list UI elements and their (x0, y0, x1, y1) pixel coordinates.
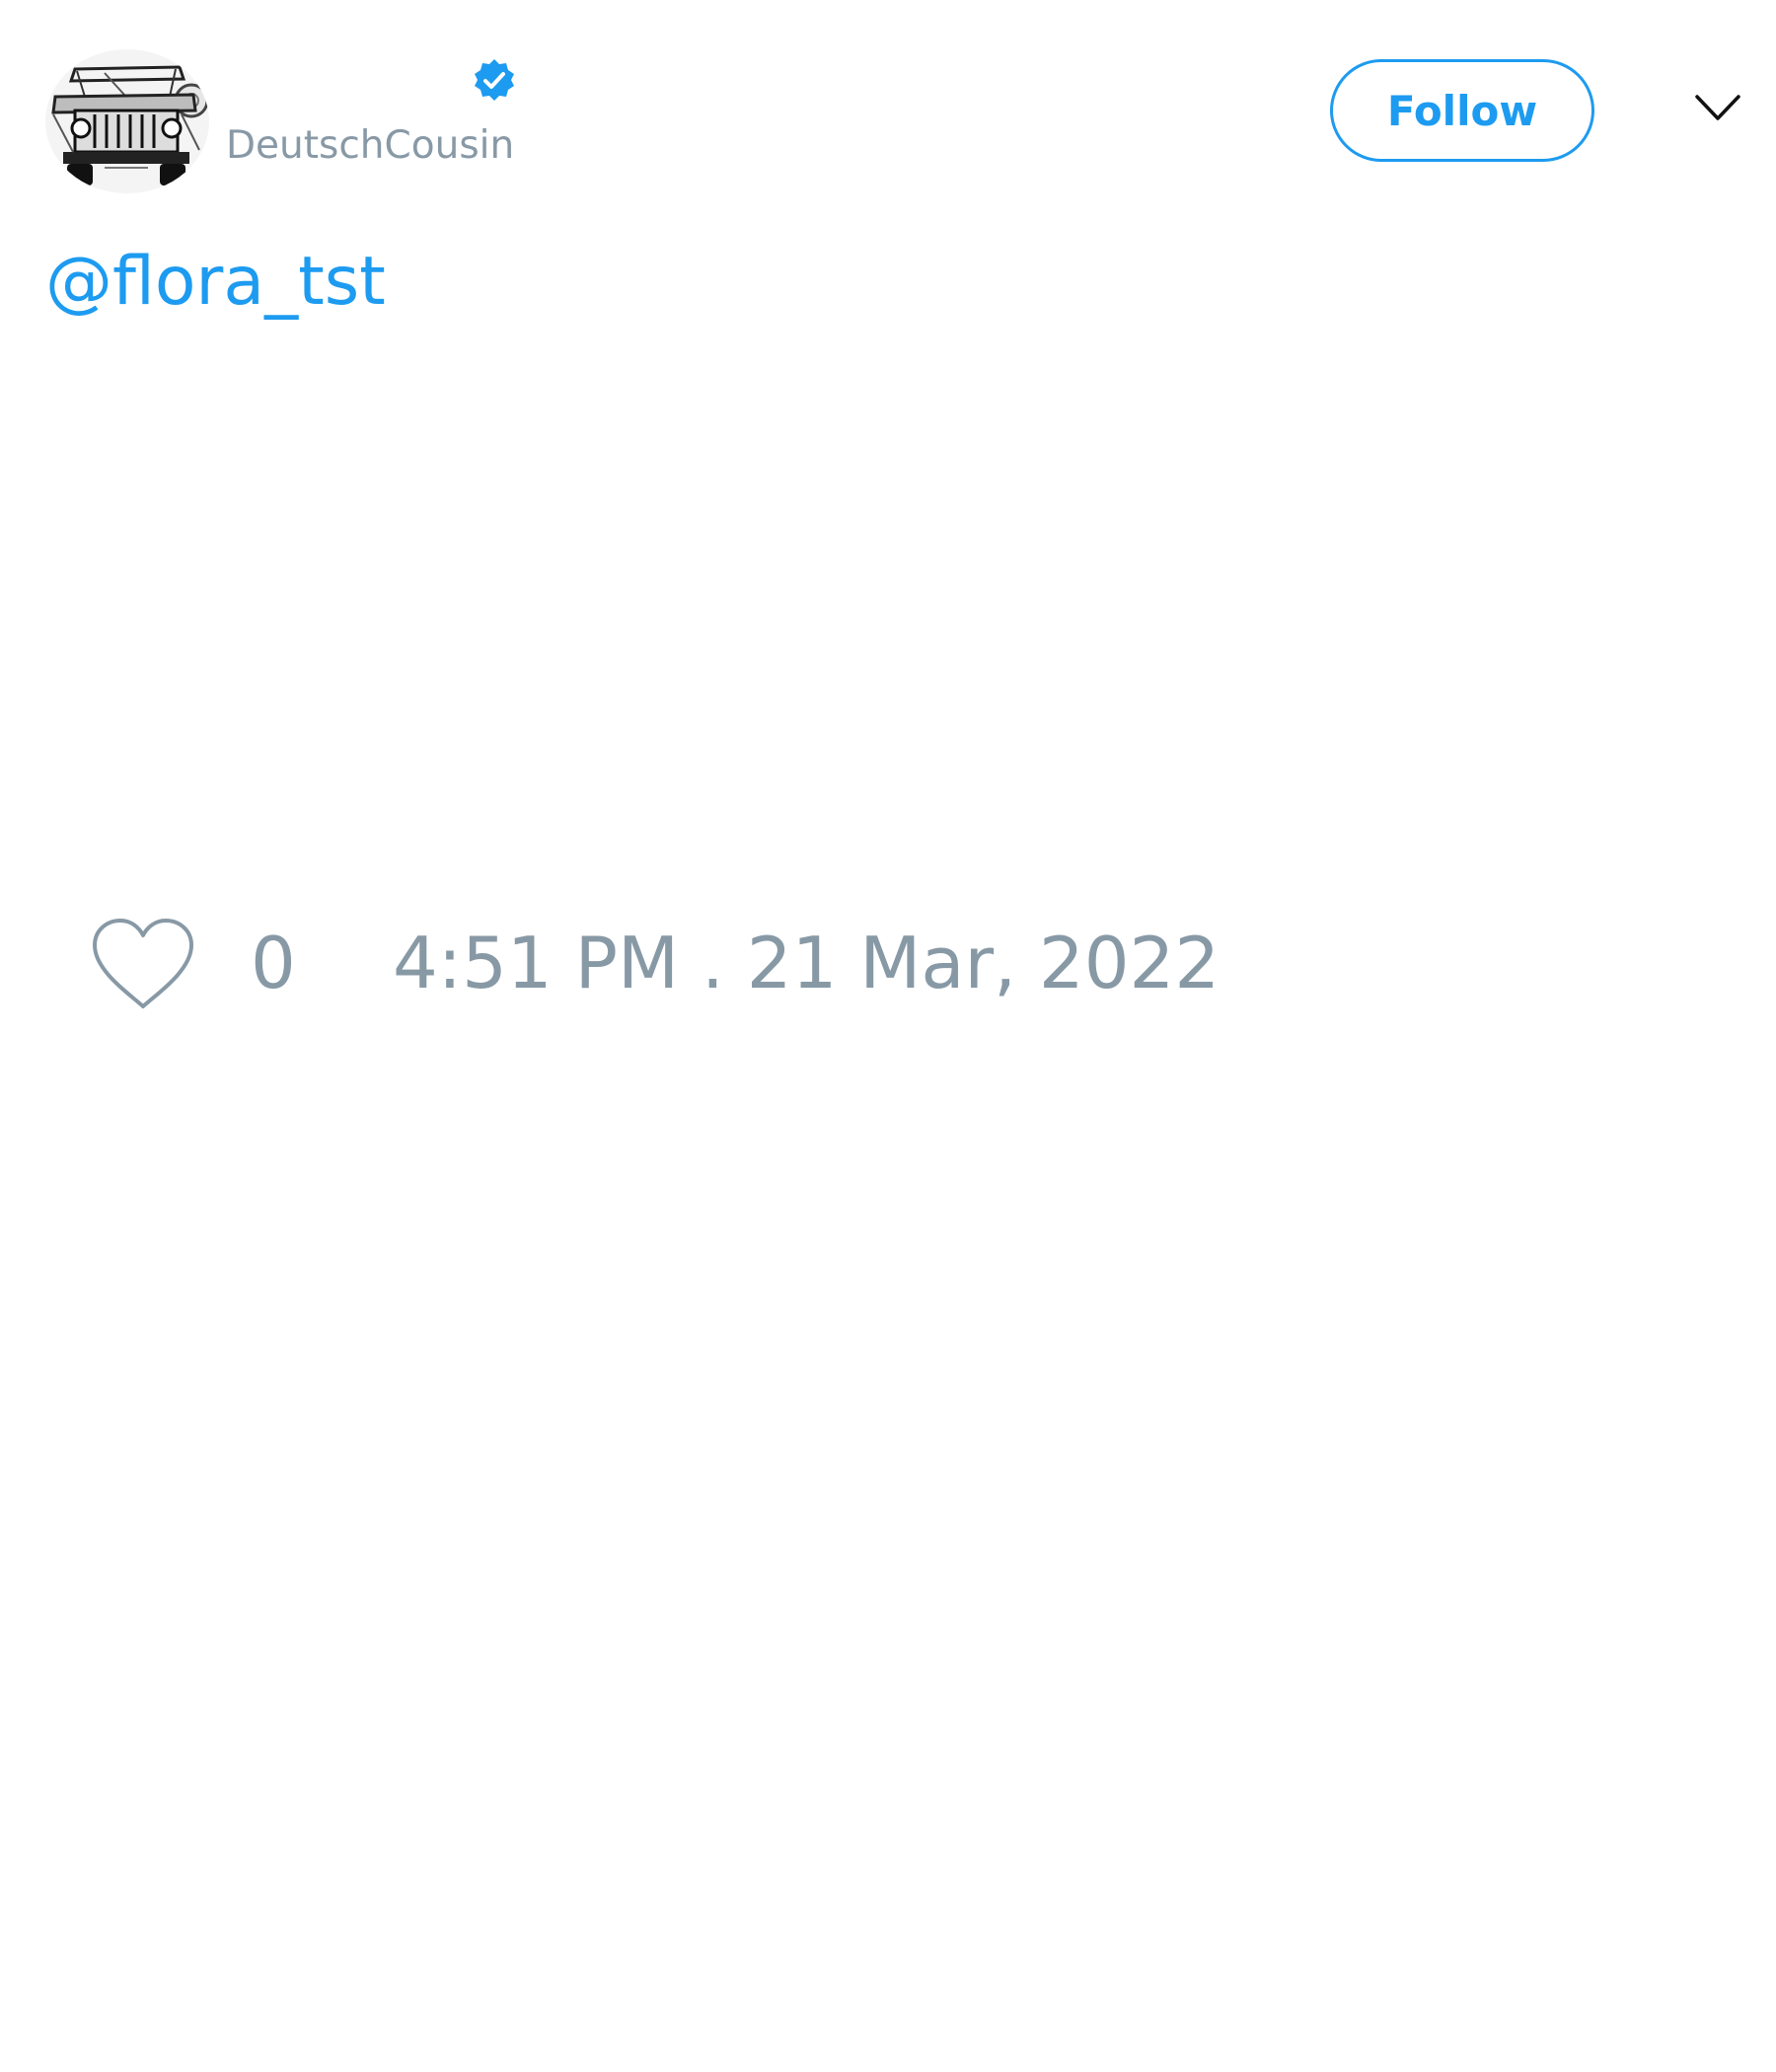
tweet-card: DeutschCousin Follow @flora_tst 0 4:51 P… (0, 0, 1776, 2072)
heart-outline-icon[interactable] (91, 918, 195, 1012)
jeep-sketch-avatar-icon (45, 49, 209, 193)
tweet-mention-link[interactable]: @flora_tst (45, 249, 386, 316)
tweet-timestamp[interactable]: 4:51 PM . 21 Mar, 2022 (393, 927, 1220, 999)
author-handle[interactable]: DeutschCousin (226, 126, 514, 165)
avatar[interactable] (45, 49, 209, 193)
like-count: 0 (251, 922, 296, 1004)
follow-button[interactable]: Follow (1330, 59, 1594, 162)
chevron-down-icon[interactable] (1693, 91, 1742, 124)
verified-badge-icon (472, 57, 517, 103)
